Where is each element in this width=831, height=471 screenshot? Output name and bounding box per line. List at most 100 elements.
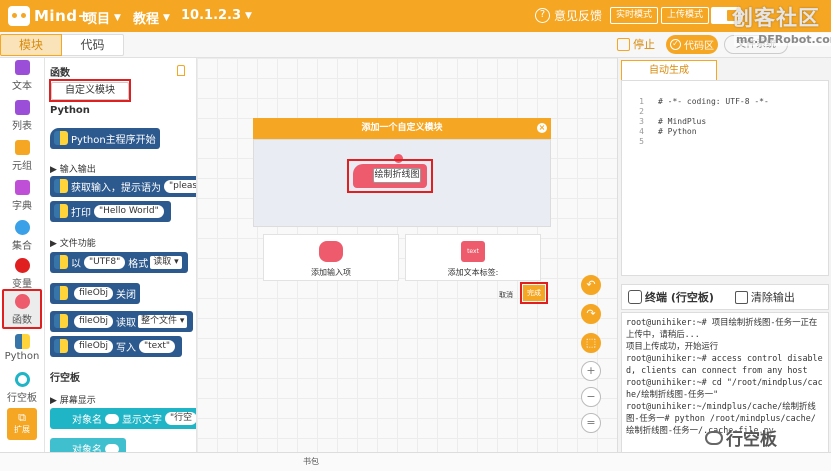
block-text: Python主程序开始	[71, 135, 156, 146]
category-sidebar: 文本 列表 元组 字典 集合 变量 函数 Python 行空板 ⧉ 扩展	[0, 58, 45, 462]
watermark-wechat: 行空板	[705, 425, 777, 450]
python-icon	[54, 179, 68, 193]
category-set[interactable]: 集合	[2, 220, 42, 252]
block-value[interactable]: "UTF8"	[84, 256, 126, 269]
app-logo: Mind+	[8, 5, 91, 27]
block-workspace[interactable]: 添加一个自定义模块 × 绘制折线图 添加输入项 text 添加文本标签: 取消 …	[197, 58, 617, 462]
menu-version-label: 10.1.2.3	[181, 8, 242, 23]
block-variable[interactable]: fileObj	[74, 315, 114, 328]
terminal-header: 终端 (行空板) 清除输出	[621, 284, 829, 310]
category-python[interactable]: Python	[2, 334, 42, 362]
menu-tutorial[interactable]: 教程 ▼	[133, 8, 170, 27]
close-icon[interactable]: ×	[537, 123, 547, 133]
stop-icon	[617, 37, 630, 51]
input-block-icon	[319, 241, 343, 262]
block-value[interactable]: "text"	[139, 340, 176, 353]
list-icon	[14, 100, 30, 115]
dropdown-text: 读取	[153, 257, 172, 267]
crop-icon[interactable]: ⬚	[581, 333, 601, 353]
pin-icon[interactable]	[177, 65, 185, 76]
add-input-card[interactable]: 添加输入项	[263, 234, 399, 281]
block-text: 以	[71, 259, 81, 270]
function-icon	[14, 294, 30, 309]
category-text[interactable]: 文本	[2, 60, 42, 92]
clear-output-label: 清除输出	[750, 291, 795, 304]
app-brand: Mind+	[34, 7, 91, 25]
code-area-toggle[interactable]: ✓ 代码区	[666, 35, 718, 54]
watermark-logo: 创客社区	[732, 6, 820, 30]
check-icon: ✓	[670, 39, 681, 50]
zoom-reset-icon[interactable]: =	[581, 413, 601, 433]
category-label: 函数	[12, 315, 32, 326]
block-dropdown[interactable]: 整个文件 ▾	[138, 315, 188, 328]
clear-output-button[interactable]: 清除输出	[734, 289, 795, 305]
undo-icon[interactable]: ↶	[581, 275, 601, 295]
block-variable[interactable]: fileObj	[74, 287, 114, 300]
text-block-icon: text	[461, 241, 485, 262]
block-dropdown[interactable]: 读取 ▾	[150, 256, 182, 269]
code-editor[interactable]: 1 # -*- coding: UTF-8 -*- 2 3 # MindPlus 4…	[621, 80, 829, 276]
category-variable[interactable]: 变量	[2, 258, 42, 290]
category-function[interactable]: 函数	[2, 289, 42, 329]
terminal-line: 项目上传成功，开始运行	[626, 341, 719, 351]
block-palette: 函数 自定义模块 Python Python主程序开始 ▶ 输入输出 获取输入，…	[45, 58, 197, 462]
block-value[interactable]: "行空	[165, 412, 196, 425]
code-line: 1 # -*- coding: UTF-8 -*-	[622, 97, 828, 107]
menu-project[interactable]: 项目 ▼	[84, 8, 121, 27]
code-text: # -*- coding: UTF-8 -*-	[658, 97, 769, 106]
watermark-text: 行空板	[726, 430, 777, 450]
line-number: 4	[639, 127, 644, 136]
value-text: Hello World	[103, 206, 155, 216]
block-toggle[interactable]	[105, 413, 119, 424]
category-unihiker[interactable]: 行空板	[2, 372, 42, 404]
block-variable[interactable]: fileObj	[74, 340, 114, 353]
feedback-label: 意见反馈	[554, 9, 603, 23]
encode-block[interactable]: 以 "UTF8" 格式 读取 ▾	[50, 252, 188, 273]
zoom-in-icon[interactable]: +	[581, 361, 601, 381]
top-bar: Mind+ 项目 ▼ 教程 ▼ 10.1.2.3 ▼ ? 意见反馈 实时模式 上…	[0, 0, 831, 32]
block-value[interactable]: "please	[164, 180, 196, 193]
python-start-block[interactable]: Python主程序开始	[50, 128, 160, 149]
zoom-out-icon[interactable]: −	[581, 387, 601, 407]
code-line: 4 # Python	[622, 127, 828, 137]
show-text-block[interactable]: 对象名 显示文字 "行空	[50, 408, 196, 429]
robot-logo-icon	[8, 6, 30, 26]
cancel-button[interactable]: 取消	[499, 290, 513, 300]
file-close-block[interactable]: fileObj 关闭	[50, 283, 141, 304]
block-text: 显示文字	[122, 415, 162, 426]
stop-button[interactable]: 停止	[617, 36, 655, 52]
tab-code[interactable]: 代码	[62, 34, 124, 56]
add-text-card[interactable]: text 添加文本标签:	[405, 234, 541, 281]
feedback-button[interactable]: ? 意见反馈	[535, 7, 602, 24]
input-block[interactable]: 获取输入，提示语为 "please	[50, 176, 196, 197]
print-block[interactable]: 打印 "Hello World"	[50, 201, 171, 222]
backpack-bar[interactable]: 书包	[0, 452, 831, 471]
tab-auto-generate[interactable]: 自动生成	[621, 60, 717, 80]
block-text: 获取输入，提示语为	[71, 183, 161, 194]
menu-version[interactable]: 10.1.2.3 ▼	[181, 8, 252, 23]
file-write-block[interactable]: fileObj 写入 "text"	[50, 336, 183, 357]
code-area-label: 代码区	[684, 41, 714, 52]
terminal-line: root@unihiker:~# access control disabled…	[626, 353, 823, 375]
section-label: 屏幕显示	[59, 396, 96, 406]
category-label: 列表	[12, 121, 32, 132]
mode-realtime-button[interactable]: 实时模式	[610, 7, 658, 24]
file-read-block[interactable]: fileObj 读取 整个文件 ▾	[50, 311, 194, 332]
custom-block-dialog-header: 添加一个自定义模块 ×	[253, 118, 551, 139]
unihiker-icon	[14, 372, 30, 387]
section-io-title: ▶ 输入输出	[50, 165, 96, 175]
extension-button[interactable]: ⧉ 扩展	[7, 408, 37, 440]
dict-icon	[14, 180, 30, 195]
mode-upload-button[interactable]: 上传模式	[661, 7, 709, 24]
category-list[interactable]: 列表	[2, 100, 42, 132]
category-dict[interactable]: 字典	[2, 180, 42, 212]
variable-icon	[14, 258, 30, 273]
terminal-title: 终端 (行空板)	[645, 291, 714, 304]
wechat-icon	[705, 430, 723, 445]
site-watermark: mc.DFRobot.com.cn	[734, 33, 831, 46]
redo-icon[interactable]: ↷	[581, 304, 601, 324]
block-value[interactable]: "Hello World"	[94, 205, 164, 218]
tab-blocks[interactable]: 模块	[0, 34, 62, 56]
category-tuple[interactable]: 元组	[2, 140, 42, 172]
category-label: 行空板	[7, 393, 37, 404]
